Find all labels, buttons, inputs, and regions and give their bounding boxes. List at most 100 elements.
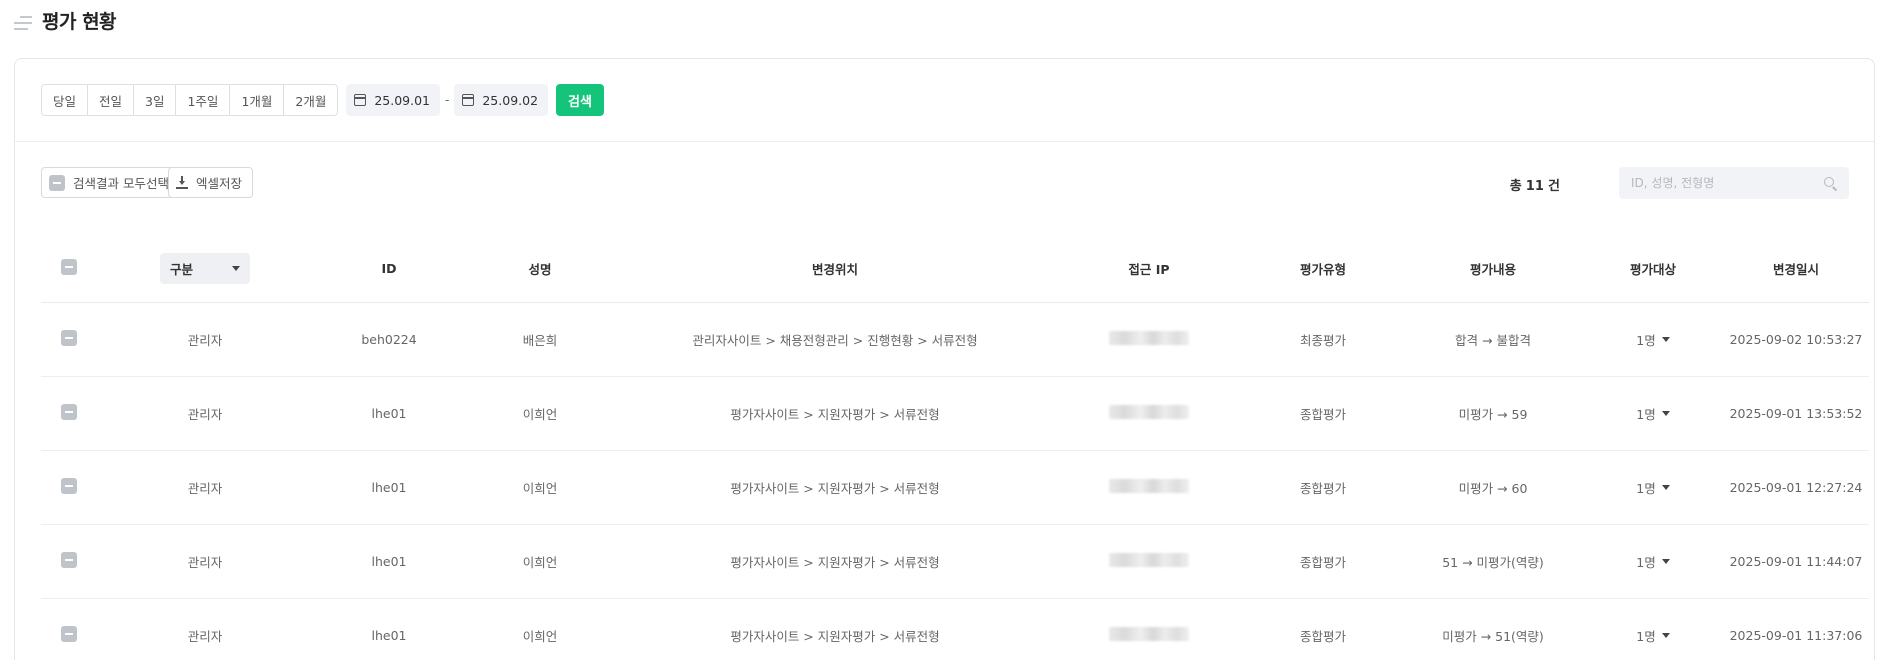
cell-name: 이희언 bbox=[465, 450, 615, 525]
search-icon[interactable] bbox=[1824, 176, 1837, 190]
header-ip: 접근 IP bbox=[1055, 236, 1243, 303]
excel-save-button[interactable]: 엑셀저장 bbox=[168, 167, 254, 198]
eval-target-dropdown[interactable]: 1명 bbox=[1636, 626, 1670, 645]
chevron-down-icon bbox=[1661, 484, 1670, 490]
row-checkbox[interactable] bbox=[61, 329, 77, 346]
ip-redacted bbox=[1109, 626, 1189, 641]
cell-eval-target: 1명 bbox=[1583, 598, 1723, 660]
calendar-icon bbox=[354, 94, 367, 106]
header-id: ID bbox=[313, 236, 465, 303]
eval-target-dropdown[interactable]: 1명 bbox=[1636, 478, 1670, 497]
period-1month-button[interactable]: 1개월 bbox=[230, 85, 285, 115]
cell-location: 평가자사이트 > 지원자평가 > 서류전형 bbox=[615, 376, 1055, 451]
eval-target-dropdown[interactable]: 1명 bbox=[1636, 552, 1670, 571]
period-1week-button[interactable]: 1주일 bbox=[176, 85, 231, 115]
table-row: 관리자 lhe01 이희언 평가자사이트 > 지원자평가 > 서류전형 종합평가… bbox=[41, 524, 1869, 599]
cell-id: lhe01 bbox=[313, 450, 465, 525]
date-separator: - bbox=[445, 93, 450, 107]
row-checkbox-cell bbox=[41, 524, 97, 599]
page-header: 평가 현황 bbox=[14, 6, 117, 34]
cell-eval-content: 미평가 → 59 bbox=[1403, 376, 1583, 451]
cell-ip bbox=[1055, 524, 1243, 599]
eval-target-value: 1명 bbox=[1636, 332, 1656, 348]
minus-checkbox-icon bbox=[49, 174, 65, 191]
search-input[interactable] bbox=[1631, 176, 1824, 190]
cell-ip bbox=[1055, 302, 1243, 377]
cell-eval-type: 최종평가 bbox=[1243, 302, 1403, 377]
header-name: 성명 bbox=[465, 236, 615, 303]
header-eval-content: 평가내용 bbox=[1403, 236, 1583, 303]
period-2months-button[interactable]: 2개월 bbox=[284, 85, 338, 115]
header-eval-target: 평가대상 bbox=[1583, 236, 1723, 303]
cell-changed-at: 2025-09-01 11:37:06 bbox=[1723, 598, 1869, 660]
header-checkbox-cell bbox=[41, 236, 97, 303]
row-checkbox[interactable] bbox=[61, 551, 77, 568]
period-yesterday-button[interactable]: 전일 bbox=[88, 85, 135, 115]
date-to-value: 25.09.02 bbox=[482, 92, 539, 108]
eval-target-dropdown[interactable]: 1명 bbox=[1636, 330, 1670, 349]
header-changed-at: 변경일시 bbox=[1723, 236, 1869, 303]
select-all-results-button[interactable]: 검색결과 모두선택 bbox=[41, 167, 180, 198]
content-card: 당일 전일 3일 1주일 1개월 2개월 25.09.01 - 25.09.02… bbox=[14, 58, 1875, 660]
cell-changed-at: 2025-09-01 12:27:24 bbox=[1723, 450, 1869, 525]
cell-eval-target: 1명 bbox=[1583, 302, 1723, 377]
cell-eval-type: 종합평가 bbox=[1243, 450, 1403, 525]
ip-redacted bbox=[1109, 478, 1189, 493]
row-checkbox[interactable] bbox=[61, 625, 77, 642]
cell-eval-content: 51 → 미평가(역량) bbox=[1403, 524, 1583, 599]
cell-type: 관리자 bbox=[97, 524, 313, 599]
ip-redacted bbox=[1109, 330, 1189, 345]
type-filter-select[interactable]: 구분 bbox=[160, 253, 250, 285]
evaluation-table: 구분 ID 성명 변경위치 접근 IP 평가유형 평가내용 평가대상 변경일시 … bbox=[41, 236, 1869, 660]
row-checkbox-cell bbox=[41, 598, 97, 660]
eval-target-value: 1명 bbox=[1636, 628, 1656, 644]
eval-target-value: 1명 bbox=[1636, 406, 1656, 422]
header-type: 구분 bbox=[97, 236, 313, 303]
cell-location: 평가자사이트 > 지원자평가 > 서류전형 bbox=[615, 598, 1055, 660]
total-prefix: 총 bbox=[1509, 179, 1522, 194]
header-checkbox[interactable] bbox=[61, 259, 77, 276]
menu-icon[interactable] bbox=[14, 16, 32, 30]
cell-ip bbox=[1055, 450, 1243, 525]
date-to-field[interactable]: 25.09.02 bbox=[454, 84, 549, 116]
eval-target-dropdown[interactable]: 1명 bbox=[1636, 404, 1670, 423]
row-checkbox-cell bbox=[41, 376, 97, 451]
table-row: 관리자 lhe01 이희언 평가자사이트 > 지원자평가 > 서류전형 종합평가… bbox=[41, 598, 1869, 660]
cell-eval-type: 종합평가 bbox=[1243, 376, 1403, 451]
download-icon bbox=[176, 176, 188, 189]
excel-save-label: 엑셀저장 bbox=[196, 176, 243, 191]
cell-location: 관리자사이트 > 채용전형관리 > 진행현황 > 서류전형 bbox=[615, 302, 1055, 377]
cell-eval-target: 1명 bbox=[1583, 524, 1723, 599]
cell-eval-target: 1명 bbox=[1583, 450, 1723, 525]
total-count-value: 11 bbox=[1525, 179, 1544, 194]
cell-id: beh0224 bbox=[313, 302, 465, 377]
cell-changed-at: 2025-09-01 11:44:07 bbox=[1723, 524, 1869, 599]
divider bbox=[15, 141, 1874, 142]
cell-eval-target: 1명 bbox=[1583, 376, 1723, 451]
table-row: 관리자 lhe01 이희언 평가자사이트 > 지원자평가 > 서류전형 종합평가… bbox=[41, 450, 1869, 525]
page-title: 평가 현황 bbox=[42, 10, 117, 33]
ip-redacted bbox=[1109, 404, 1189, 419]
search-button[interactable]: 검색 bbox=[556, 84, 604, 116]
cell-eval-type: 종합평가 bbox=[1243, 524, 1403, 599]
table-row: 관리자 lhe01 이희언 평가자사이트 > 지원자평가 > 서류전형 종합평가… bbox=[41, 376, 1869, 451]
cell-eval-type: 종합평가 bbox=[1243, 598, 1403, 660]
cell-type: 관리자 bbox=[97, 598, 313, 660]
period-3days-button[interactable]: 3일 bbox=[134, 85, 177, 115]
chevron-down-icon bbox=[1661, 336, 1670, 342]
cell-id: lhe01 bbox=[313, 376, 465, 451]
cell-id: lhe01 bbox=[313, 524, 465, 599]
date-from-field[interactable]: 25.09.01 bbox=[346, 84, 441, 116]
period-today-button[interactable]: 당일 bbox=[42, 85, 89, 115]
chevron-down-icon bbox=[1661, 410, 1670, 416]
cell-eval-content: 미평가 → 60 bbox=[1403, 450, 1583, 525]
chevron-down-icon bbox=[232, 266, 240, 272]
total-count: 총 11 건 bbox=[1510, 175, 1560, 194]
cell-location: 평가자사이트 > 지원자평가 > 서류전형 bbox=[615, 450, 1055, 525]
table-header-row: 구분 ID 성명 변경위치 접근 IP 평가유형 평가내용 평가대상 변경일시 bbox=[41, 236, 1869, 303]
table-row: 관리자 beh0224 배은희 관리자사이트 > 채용전형관리 > 진행현황 >… bbox=[41, 302, 1869, 377]
cell-name: 이희언 bbox=[465, 376, 615, 451]
row-checkbox[interactable] bbox=[61, 403, 77, 420]
row-checkbox[interactable] bbox=[61, 477, 77, 494]
calendar-icon bbox=[462, 94, 475, 106]
